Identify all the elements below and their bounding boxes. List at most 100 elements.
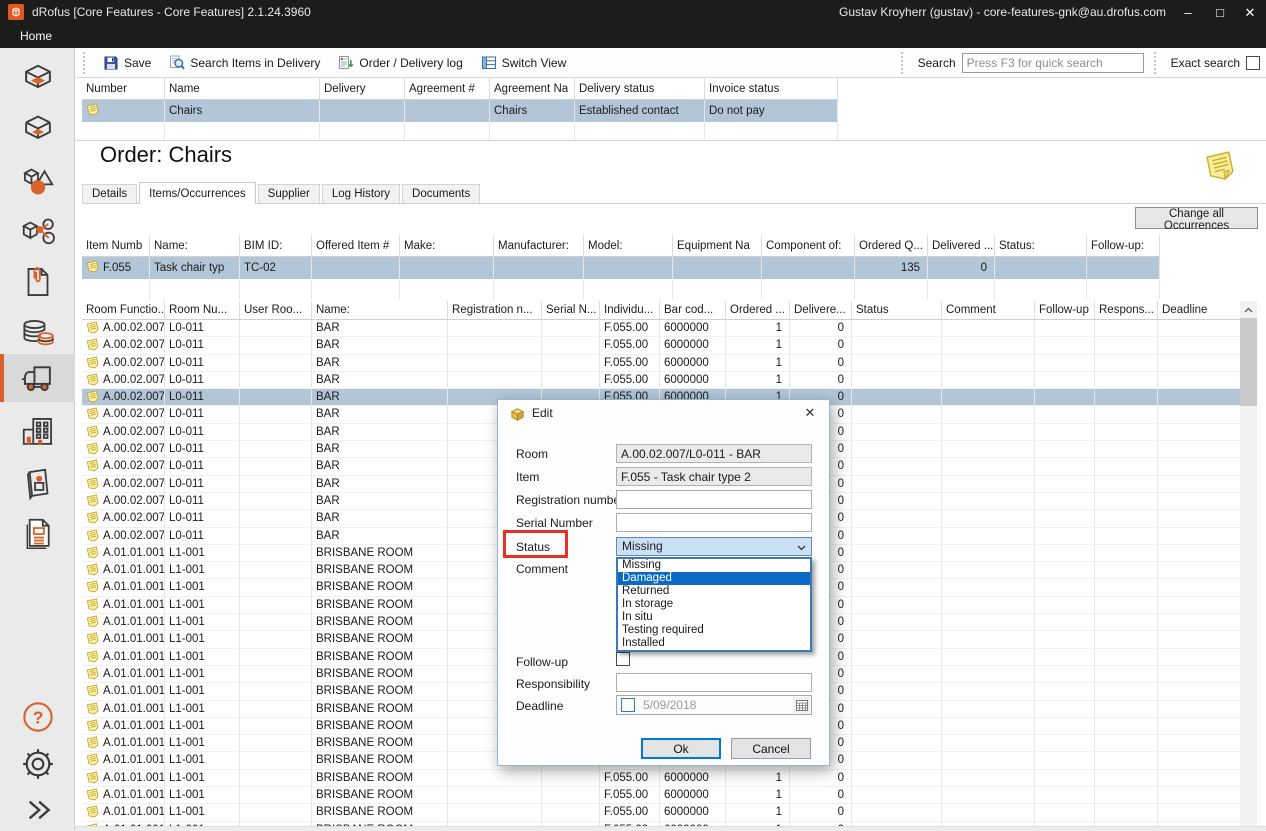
column-header[interactable]: Delivery (320, 78, 405, 99)
column-header[interactable]: Invoice status (705, 78, 838, 99)
column-header[interactable]: Room Nu... (165, 301, 240, 319)
status-option[interactable]: In storage (618, 598, 810, 611)
sidebar-item-reports[interactable] (0, 510, 75, 558)
order-note-icon[interactable] (1203, 148, 1236, 183)
column-header[interactable]: Registration n... (448, 301, 542, 319)
cancel-button[interactable]: Cancel (731, 738, 811, 759)
column-header[interactable]: Status (852, 301, 942, 319)
item-table-row[interactable]: F.055Task chair typTC-021350 (82, 257, 1160, 279)
column-header[interactable]: Delivered ... (928, 235, 995, 256)
sidebar-item-settings[interactable] (0, 740, 75, 788)
sidebar-item-expand[interactable] (0, 786, 75, 831)
table-row[interactable]: A.00.02.007L0-011BARF.055.00600000010 (82, 320, 1240, 337)
cell (942, 579, 1035, 595)
column-header[interactable]: User Roo... (240, 301, 312, 319)
column-header[interactable]: Follow-up: (1087, 235, 1160, 256)
menu-home[interactable]: Home (20, 25, 52, 48)
table-row[interactable]: A.00.02.007L0-011BARF.055.00600000010 (82, 372, 1240, 389)
table-row[interactable]: A.01.01.001L1-001BRISBANE ROOMF.055.0060… (82, 770, 1240, 787)
order-delivery-log-button[interactable]: Order / Delivery log (329, 51, 471, 75)
column-header[interactable]: Agreement # (405, 78, 490, 99)
dialog-close-icon[interactable]: ✕ (801, 404, 819, 422)
minimize-button[interactable]: – (1174, 0, 1202, 25)
change-all-occurrences-button[interactable]: Change all Occurrences (1135, 207, 1258, 229)
column-header[interactable]: Equipment Na (673, 235, 762, 256)
column-header[interactable]: Item Numb (82, 235, 150, 256)
dialog-titlebar[interactable]: Edit ✕ (498, 400, 829, 426)
save-button[interactable]: Save (94, 51, 160, 75)
tab-details[interactable]: Details (82, 184, 137, 203)
sidebar-item-orders-deliveries[interactable] (0, 354, 75, 402)
status-option[interactable]: Missing (618, 559, 810, 572)
sidebar-item-components[interactable] (0, 208, 75, 256)
status-option[interactable]: Damaged (618, 572, 810, 585)
column-header[interactable]: Respons... (1095, 301, 1158, 319)
column-header[interactable]: Model: (584, 235, 673, 256)
column-header[interactable]: Bar cod... (660, 301, 726, 319)
status-combobox[interactable]: Missing (616, 537, 812, 556)
ok-button[interactable]: Ok (641, 738, 721, 759)
horizontal-scrollbar[interactable] (75, 826, 1266, 831)
vertical-scrollbar[interactable] (1240, 301, 1257, 826)
column-header[interactable]: Delivery status (575, 78, 705, 99)
column-header[interactable]: Deadline (1158, 301, 1240, 319)
column-header[interactable]: Component of: (762, 235, 855, 256)
table-row[interactable]: A.01.01.001L1-001BRISBANE ROOMF.055.0060… (82, 804, 1240, 821)
status-option[interactable]: Installed (618, 637, 810, 650)
tab-items-occurrences[interactable]: Items/Occurrences (139, 182, 256, 204)
search-input[interactable] (962, 53, 1144, 73)
serial-number-field[interactable] (616, 513, 812, 532)
status-option[interactable]: Testing required (618, 624, 810, 637)
deadline-field[interactable]: 5/09/2018 (616, 695, 812, 715)
followup-checkbox[interactable] (616, 652, 630, 666)
calendar-icon[interactable] (793, 697, 810, 713)
column-header[interactable]: Name: (312, 301, 448, 319)
status-option[interactable]: In situ (618, 611, 810, 624)
table-row[interactable]: A.01.01.001L1-001BRISBANE ROOMF.055.0060… (82, 787, 1240, 804)
sidebar-item-rooms[interactable] (0, 56, 75, 104)
column-header[interactable]: Comment (942, 301, 1035, 319)
close-button[interactable]: ✕ (1236, 0, 1264, 25)
column-header[interactable]: Serial N... (542, 301, 600, 319)
column-header[interactable]: Room Functio... (82, 301, 165, 319)
tab-log-history[interactable]: Log History (322, 184, 400, 203)
scroll-up-button[interactable] (1240, 301, 1257, 318)
column-header[interactable]: BIM ID: (240, 235, 312, 256)
column-header[interactable]: Follow-up (1035, 301, 1095, 319)
column-header[interactable]: Manufacturer: (494, 235, 584, 256)
column-header[interactable]: Ordered ... (726, 301, 790, 319)
exact-search-checkbox[interactable] (1246, 56, 1260, 70)
tab-documents[interactable]: Documents (402, 184, 480, 203)
sidebar-item-items[interactable] (0, 158, 75, 206)
table-row[interactable]: A.00.02.007L0-011BARF.055.00600000010 (82, 355, 1240, 372)
cell: 1 (726, 320, 790, 336)
scrollbar-thumb[interactable] (1240, 318, 1257, 406)
orders-table-row[interactable]: Chairs Chairs Established contact Do not… (82, 100, 838, 122)
sidebar-item-buildings[interactable] (0, 408, 75, 456)
maximize-button[interactable]: □ (1206, 0, 1234, 25)
column-header[interactable]: Number (82, 78, 165, 99)
table-row[interactable]: A.00.02.007L0-011BARF.055.00600000010 (82, 337, 1240, 354)
sidebar-item-attachments[interactable] (0, 258, 75, 306)
column-header[interactable]: Offered Item # (312, 235, 400, 256)
deadline-checkbox[interactable] (621, 698, 635, 712)
column-header[interactable]: Status: (995, 235, 1087, 256)
sidebar-item-finance[interactable] (0, 310, 75, 358)
column-header[interactable]: Ordered Q... (855, 235, 928, 256)
column-header[interactable]: Name: (150, 235, 240, 256)
search-items-in-delivery-button[interactable]: Search Items in Delivery (160, 51, 329, 75)
column-header[interactable]: Make: (400, 235, 494, 256)
sidebar-item-products[interactable] (0, 460, 75, 508)
switch-view-button[interactable]: Switch View (472, 51, 575, 75)
column-header[interactable]: Individu... (600, 301, 660, 319)
registration-number-field[interactable] (616, 490, 812, 509)
column-header[interactable]: Name (165, 78, 320, 99)
sidebar-item-help[interactable]: ? (0, 693, 75, 741)
column-header[interactable]: Delivere... (790, 301, 852, 319)
status-option[interactable]: Returned (618, 585, 810, 598)
cell (542, 770, 600, 786)
tab-supplier[interactable]: Supplier (258, 184, 320, 203)
column-header[interactable]: Agreement Na (490, 78, 575, 99)
responsibility-field[interactable] (616, 673, 812, 692)
sidebar-item-rooms-alt[interactable] (0, 108, 75, 156)
